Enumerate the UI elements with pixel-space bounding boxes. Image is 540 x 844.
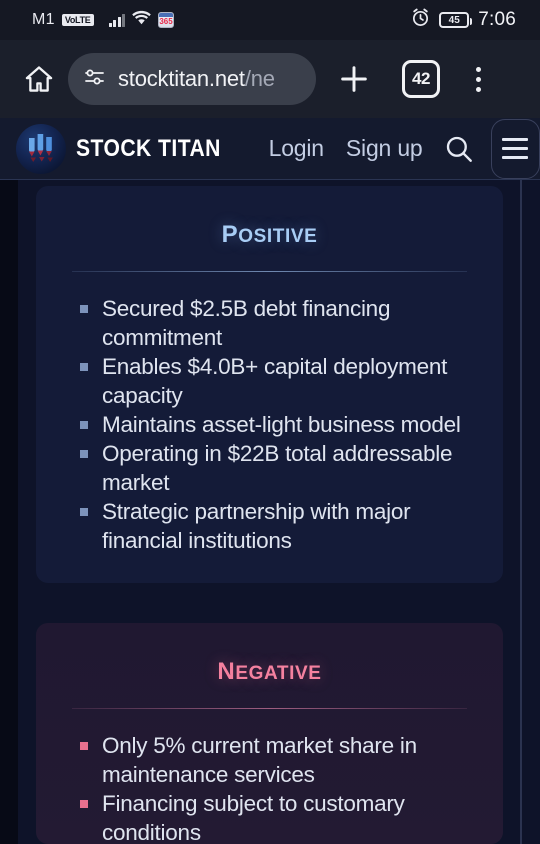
browser-toolbar: stocktitan.net/ne 42 bbox=[0, 40, 540, 118]
negative-card-title: Negative bbox=[217, 649, 322, 687]
negative-card: Negative Only 5% current market share in… bbox=[36, 623, 503, 844]
login-link[interactable]: Login bbox=[269, 135, 324, 162]
carrier-label: M1 bbox=[32, 11, 55, 28]
url-text: stocktitan.net/ne bbox=[118, 66, 275, 92]
status-bar-left: M1 VoLTE 365 bbox=[32, 10, 174, 30]
positive-card: Positive Secured $2.5B debt financing co… bbox=[36, 186, 503, 583]
signup-link[interactable]: Sign up bbox=[346, 135, 423, 162]
page-left-edge bbox=[0, 180, 18, 844]
stock-titan-logo-icon[interactable] bbox=[16, 123, 66, 174]
positive-card-title: Positive bbox=[221, 212, 318, 250]
search-icon[interactable] bbox=[443, 132, 475, 166]
hamburger-menu-icon[interactable] bbox=[490, 118, 540, 179]
tune-sliders-icon[interactable] bbox=[84, 67, 106, 92]
url-path: /ne bbox=[244, 66, 275, 91]
tab-counter-button[interactable]: 42 bbox=[402, 60, 440, 98]
list-item: Operating in $22B total addressable mark… bbox=[80, 439, 475, 497]
volte-badge: VoLTE bbox=[61, 13, 94, 27]
page-content: Positive Secured $2.5B debt financing co… bbox=[0, 180, 540, 844]
more-vertical-icon[interactable] bbox=[456, 53, 500, 105]
home-icon[interactable] bbox=[16, 56, 62, 102]
status-bar-right: 45 7:06 bbox=[411, 8, 516, 32]
negative-bullet-list: Only 5% current market share in maintena… bbox=[36, 731, 503, 844]
list-item: Only 5% current market share in maintena… bbox=[80, 731, 475, 789]
positive-card-divider bbox=[72, 271, 467, 272]
site-header: STOCK TITAN Login Sign up bbox=[0, 118, 540, 180]
positive-bullet-list: Secured $2.5B debt financing commitment … bbox=[36, 294, 503, 555]
signal-bars-icon bbox=[108, 13, 125, 27]
list-item: Secured $2.5B debt financing commitment bbox=[80, 294, 475, 352]
clock-label: 7:06 bbox=[478, 9, 516, 30]
status-bar: M1 VoLTE 365 45 7:06 bbox=[0, 0, 540, 40]
plus-icon[interactable] bbox=[328, 53, 380, 105]
list-item: Maintains asset-light business model bbox=[80, 410, 475, 439]
brand-name[interactable]: STOCK TITAN bbox=[76, 135, 221, 163]
calendar-app-icon: 365 bbox=[158, 12, 174, 28]
wifi-icon bbox=[132, 10, 151, 30]
list-item: Financing subject to customary condition… bbox=[80, 789, 475, 844]
list-item: Enables $4.0B+ capital deployment capaci… bbox=[80, 352, 475, 410]
phone-screen: M1 VoLTE 365 45 7:06 stocktitan.net/ne 4… bbox=[0, 0, 540, 844]
scrollbar[interactable] bbox=[520, 180, 522, 844]
list-item: Strategic partnership with major financi… bbox=[80, 497, 475, 555]
negative-card-divider bbox=[72, 708, 467, 709]
tab-count-label: 42 bbox=[412, 69, 430, 88]
url-bar[interactable]: stocktitan.net/ne bbox=[68, 53, 316, 105]
alarm-clock-icon bbox=[411, 8, 430, 32]
battery-icon: 45 bbox=[439, 12, 473, 28]
url-host: stocktitan.net bbox=[118, 66, 245, 91]
